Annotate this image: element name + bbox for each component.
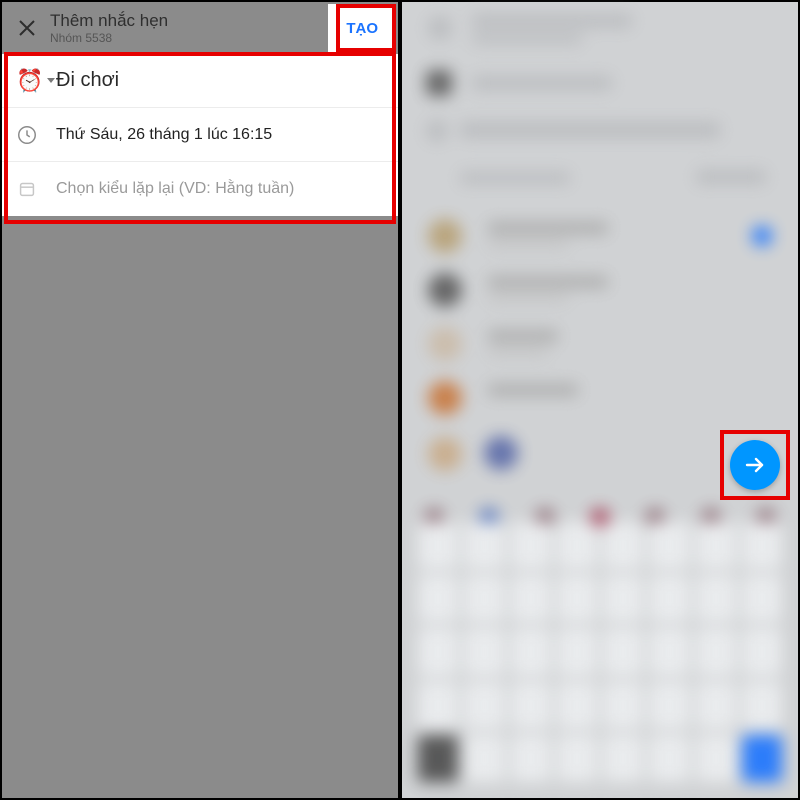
close-icon <box>17 18 37 38</box>
repeat-icon <box>16 178 56 200</box>
arrow-right-icon <box>743 453 767 477</box>
header-titles: Thêm nhắc hẹn Nhóm 5538 <box>50 10 168 46</box>
header-subtitle: Nhóm 5538 <box>50 31 168 46</box>
create-button-label: TẠO <box>346 20 378 37</box>
create-button[interactable]: TẠO <box>328 4 396 52</box>
reminder-repeat-placeholder: Chọn kiểu lặp lại (VD: Hằng tuần) <box>56 180 384 198</box>
clock-icon <box>16 124 56 146</box>
reminder-title-row[interactable]: ⏰ Đi chơi <box>2 54 398 108</box>
chevron-down-icon <box>47 78 55 83</box>
alarm-icon: ⏰ <box>16 70 56 92</box>
reminder-datetime-row[interactable]: Thứ Sáu, 26 tháng 1 lúc 16:15 <box>2 108 398 162</box>
reminder-title-input[interactable]: Đi chơi <box>56 69 384 92</box>
reminder-card: ⏰ Đi chơi Thứ Sáu, 26 tháng 1 lúc 16:15 <box>2 54 398 216</box>
reminder-datetime-value: Thứ Sáu, 26 tháng 1 lúc 16:15 <box>56 126 384 144</box>
header-title: Thêm nhắc hẹn <box>50 10 168 31</box>
close-button[interactable] <box>10 11 44 45</box>
next-fab[interactable] <box>730 440 780 490</box>
right-pane <box>400 0 800 800</box>
right-blurred-content <box>404 4 796 796</box>
left-header: Thêm nhắc hẹn Nhóm 5538 TẠO <box>2 2 398 54</box>
reminder-repeat-row[interactable]: Chọn kiểu lặp lại (VD: Hằng tuần) <box>2 162 398 216</box>
left-pane: Thêm nhắc hẹn Nhóm 5538 TẠO ⏰ Đi chơi <box>0 0 400 800</box>
